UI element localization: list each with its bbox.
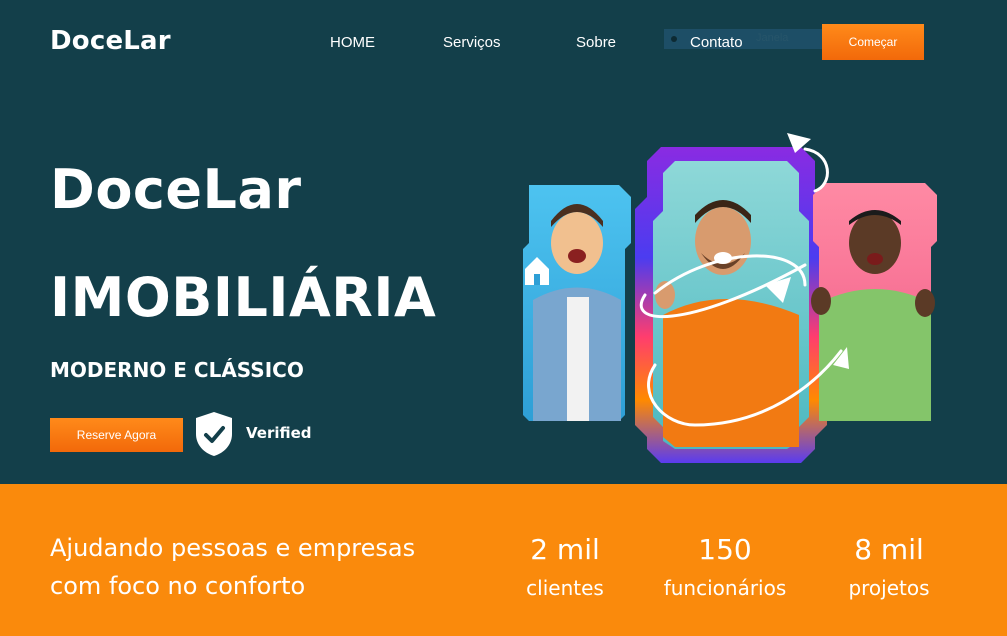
band-tagline: Ajudando pessoas e empresas com foco no … [50,529,415,605]
stat-funcionarios: 150 funcionários [645,532,805,606]
nav-servicos-link[interactable]: Serviços [443,34,501,51]
nav-home-link[interactable]: HOME [330,34,375,51]
left-card [523,185,631,421]
band-tagline-line2: com foco no conforto [50,572,306,600]
nav-contato-link[interactable]: Contato [690,34,743,51]
band-tagline-line1: Ajudando pessoas e empresas [50,534,416,562]
hero-subtitle: MODERNO E CLÁSSICO [50,358,304,382]
stat-clientes: 2 mil clientes [485,532,645,606]
stat-label: projetos [848,576,930,600]
hero-title-line2: IMOBILIÁRIA [50,266,437,329]
comecar-button[interactable]: Começar [822,24,924,60]
stat-value: 150 [698,533,752,566]
stat-label: funcionários [663,576,787,600]
right-card [811,183,937,421]
stat-label: clientes [526,576,604,600]
stat-value: 2 mil [530,533,600,566]
hero-illustration [523,133,937,463]
stat-value: 8 mil [854,533,924,566]
hero-title-line1: DoceLar [50,158,302,221]
nav-sobre-link[interactable]: Sobre [576,34,616,51]
verified-label: Verified [246,424,312,442]
reserve-button[interactable]: Reserve Agora [50,418,183,452]
stat-projetos: 8 mil projetos [809,532,969,606]
shield-check-icon [196,412,232,456]
